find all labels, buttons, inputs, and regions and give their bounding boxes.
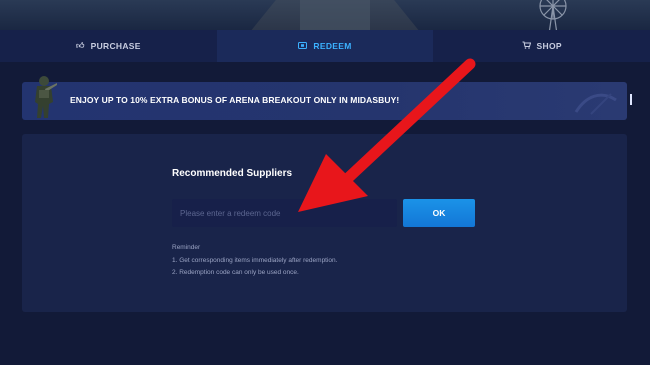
banner-decoration-graphic: [574, 93, 617, 115]
tab-purchase[interactable]: 👍︎ PURCHASE: [0, 30, 217, 62]
reminder-item: 1. Get corresponding items immediately a…: [172, 256, 338, 264]
barn-wall-graphic: [300, 0, 370, 30]
windmill-graphic: [539, 0, 567, 30]
thumbs-up-icon: 👍︎: [75, 41, 85, 50]
reminder-block: Reminder 1. Get corresponding items imme…: [172, 242, 337, 280]
cart-icon: [522, 41, 531, 51]
redeem-panel: Recommended Suppliers OK Reminder 1. Get…: [22, 134, 627, 312]
tab-bar: 👍︎ PURCHASE REDEEM SHOP: [0, 30, 650, 62]
ok-button[interactable]: OK: [403, 199, 475, 227]
tab-shop-label: SHOP: [536, 41, 562, 51]
reminder-item: 2. Redemption code can only be used once…: [172, 269, 299, 276]
redeem-code-input[interactable]: [172, 199, 397, 227]
promo-banner[interactable]: ENJOY UP TO 10% EXTRA BONUS OF ARENA BRE…: [22, 76, 627, 120]
tab-redeem[interactable]: REDEEM: [216, 30, 434, 62]
tab-redeem-label: REDEEM: [313, 41, 352, 51]
redeem-card-icon: [298, 41, 308, 51]
tab-purchase-label: PURCHASE: [90, 41, 141, 51]
panel-title: Recommended Suppliers: [172, 168, 293, 179]
reminder-title: Reminder: [172, 244, 201, 251]
hero-banner-image: [0, 0, 650, 30]
promo-banner-text: ENJOY UP TO 10% EXTRA BONUS OF ARENA BRE…: [70, 95, 400, 105]
edge-marker: [630, 94, 632, 105]
soldier-figure-icon: [35, 76, 57, 118]
tab-shop[interactable]: SHOP: [433, 30, 650, 62]
